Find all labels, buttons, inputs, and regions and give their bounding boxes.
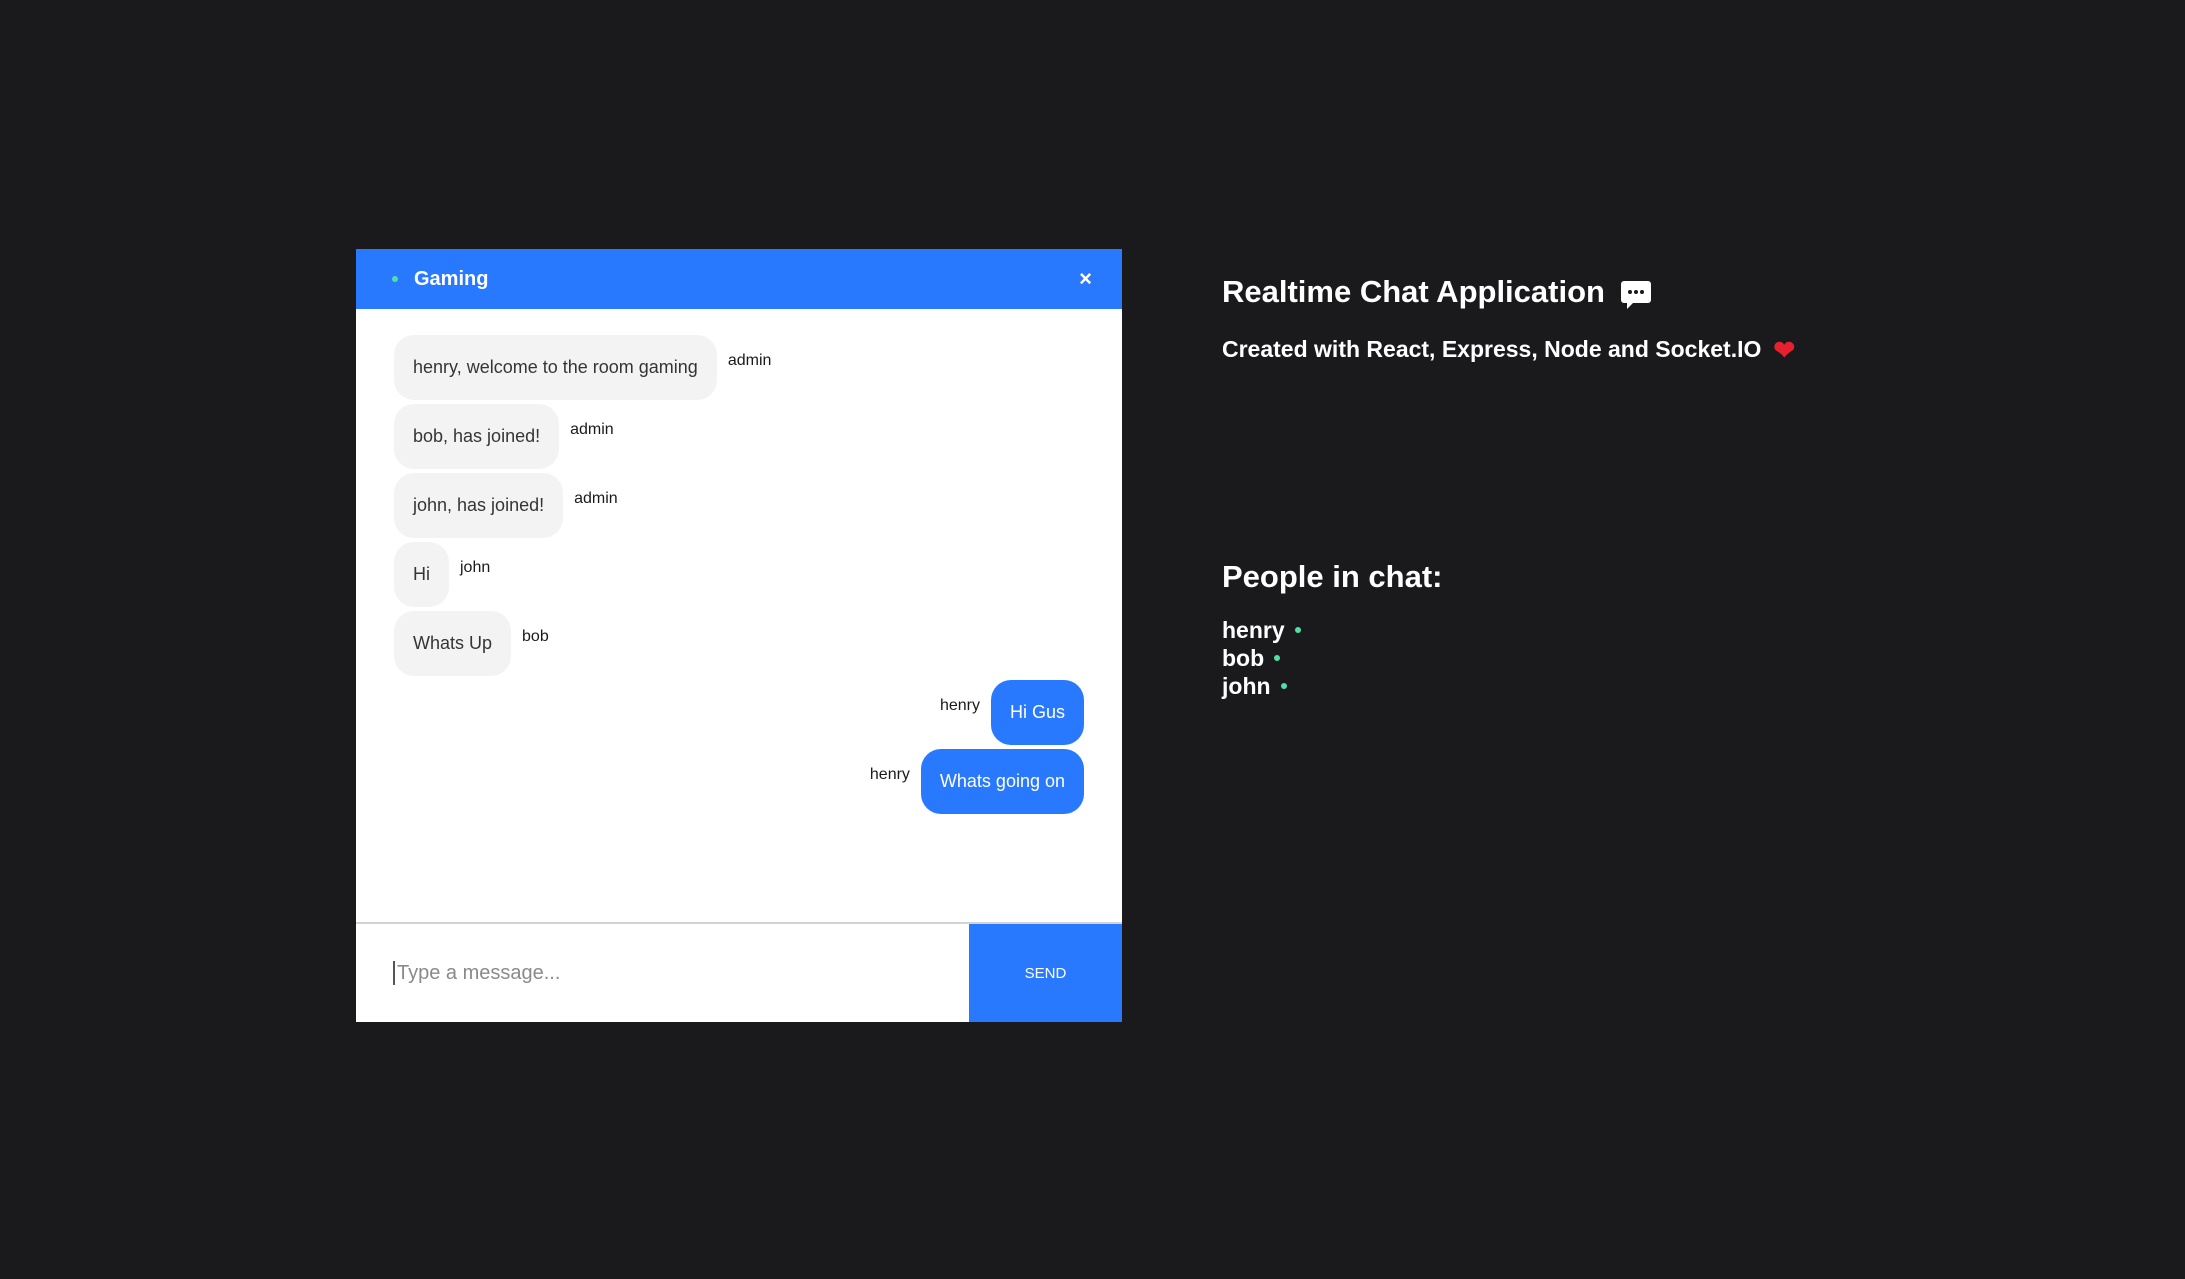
- speech-bubble-icon: [1620, 281, 1651, 309]
- message-row: Whats Up bob: [394, 611, 1084, 676]
- chat-header: Gaming ×: [356, 249, 1122, 309]
- message-bubble: henry, welcome to the room gaming: [394, 335, 717, 400]
- person-name: bob: [1222, 645, 1265, 671]
- message-sender: bob: [522, 628, 549, 645]
- message-bubble-own: Hi Gus: [990, 680, 1084, 745]
- online-dot-icon: [392, 276, 398, 282]
- info-panel: Realtime Chat Application Created with R…: [1222, 274, 1795, 699]
- person-item: henry: [1222, 616, 1301, 644]
- person-name: john: [1222, 673, 1271, 699]
- message-bubble: john, has joined!: [394, 473, 564, 538]
- online-dot-icon: [1274, 655, 1281, 661]
- message-sender: admin: [574, 490, 618, 507]
- heart-icon: ❤: [1773, 334, 1796, 365]
- person-item: bob: [1222, 644, 1301, 672]
- person-name: henry: [1222, 617, 1285, 643]
- message-row: Hi john: [394, 542, 1084, 607]
- message-bubble: Hi: [394, 542, 449, 607]
- app-title-row: Realtime Chat Application: [1222, 274, 1795, 310]
- message-row: henry, welcome to the room gaming admin: [394, 335, 1084, 400]
- app-subtitle: Created with React, Express, Node and So…: [1222, 336, 1762, 362]
- people-list: henry bob john: [1222, 616, 1301, 700]
- close-icon[interactable]: ×: [1079, 268, 1092, 290]
- person-item: john: [1222, 672, 1301, 700]
- online-dot-icon: [1280, 683, 1287, 689]
- message-bubble: bob, has joined!: [394, 404, 560, 469]
- message-row: bob, has joined! admin: [394, 404, 1084, 469]
- message-row-own: henry Whats going on: [394, 749, 1084, 814]
- people-heading: People in chat:: [1222, 559, 1443, 594]
- page: Gaming × henry, welcome to the room gami…: [0, 0, 2185, 1279]
- message-list: henry, welcome to the room gaming admin …: [356, 309, 1122, 922]
- message-bubble: Whats Up: [394, 611, 512, 676]
- app-subtitle-row: Created with React, Express, Node and So…: [1222, 336, 1795, 363]
- message-sender: admin: [727, 352, 772, 369]
- message-sender: henry: [869, 766, 910, 783]
- message-composer: SEND: [356, 922, 1122, 1022]
- app-title: Realtime Chat Application: [1222, 274, 1605, 309]
- send-button[interactable]: SEND: [969, 924, 1122, 1022]
- message-row: john, has joined! admin: [394, 473, 1084, 538]
- message-sender: henry: [939, 697, 980, 714]
- room-name: Gaming: [414, 267, 489, 290]
- message-sender: admin: [570, 421, 614, 438]
- message-bubble-own: Whats going on: [920, 749, 1084, 814]
- chat-window: Gaming × henry, welcome to the room gami…: [356, 249, 1122, 1022]
- message-sender: john: [460, 559, 491, 576]
- online-dot-icon: [1294, 627, 1301, 633]
- message-row-own: henry Hi Gus: [394, 680, 1084, 745]
- message-input[interactable]: [393, 961, 969, 985]
